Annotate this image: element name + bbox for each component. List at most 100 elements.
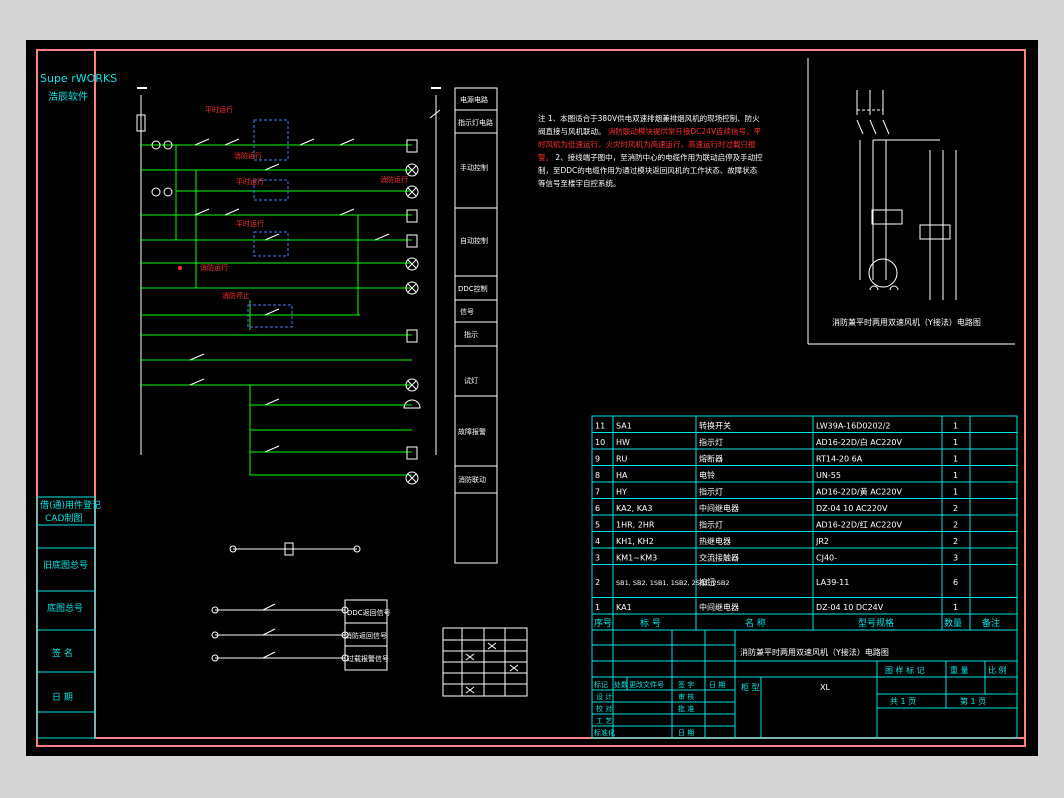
bom-cell-no: 1 (595, 603, 600, 612)
left-tb-1: CAD制图 (45, 512, 82, 524)
bom-cell-name: 转换开关 (699, 421, 731, 431)
brand-subtitle: 浩辰软件 (48, 90, 88, 103)
red-label-6: 消防停止 (222, 291, 250, 300)
tb-type-value: XL (820, 683, 830, 692)
bom-cell-model: AD16-22D/黄 AC220V (816, 487, 902, 497)
tb-rev-0: 标记 (594, 680, 608, 689)
func-3: 自动控制 (460, 236, 488, 245)
bom-cell-qty: 2 (953, 537, 958, 546)
tb-approve-2: 日 期 (678, 729, 694, 737)
cad-drawing-viewport: Supe rWORKS 浩辰软件 借(通)用件登记 CAD制图 旧底图总号 底图… (26, 40, 1038, 756)
tb-sheets-total: 共 1 页 (890, 697, 916, 706)
bom-cell-symbol: 1HR, 2HR (616, 521, 655, 530)
red-label-2: 平时运行 (236, 177, 264, 186)
bom-cell-model: DZ-04 10 AC220V (816, 504, 888, 513)
bom-cell-model: DZ-04 10 DC24V (816, 603, 884, 612)
bom-cell-name: 热继电器 (699, 536, 731, 546)
red-label-0: 平时运行 (205, 105, 233, 114)
left-tb-3: 底图总号 (47, 602, 83, 614)
bom-cell-name: 指示灯 (699, 520, 723, 530)
bom-cell-name: 交流接触器 (699, 553, 739, 563)
bom-cell-symbol: HA (616, 471, 628, 480)
bom-cell-qty: 2 (953, 521, 958, 530)
left-tb-0: 借(通)用件登记 (40, 499, 101, 511)
func-8: 试灯 (464, 376, 478, 385)
bom-cell-qty: 1 (953, 603, 958, 612)
bom-cell-qty: 1 (953, 471, 958, 480)
bom-cell-model: AD16-22D/白 AC220V (816, 437, 902, 447)
ddc-label-2: 过载报警信号 (347, 654, 389, 663)
bom-cell-model: CJ40- (816, 554, 837, 563)
func-5: 信号 (460, 307, 474, 316)
tb-rev-2: 更改文件号 (629, 680, 664, 689)
bom-cell-no: 4 (595, 537, 600, 546)
func-4: DDC控制 (458, 284, 488, 293)
bom-header-no: 序号 (594, 617, 612, 629)
bom-cell-qty: 6 (953, 578, 958, 587)
bom-cell-model: LW39A-16D0202/2 (816, 422, 890, 431)
tb-stage-1: 重 量 (950, 665, 969, 675)
bom-cell-qty: 1 (953, 438, 958, 447)
bom-header-qty: 数量 (944, 617, 962, 629)
bom-cell-symbol: SA1 (616, 422, 632, 431)
tb-approve-1: 批 准 (678, 704, 694, 713)
tb-signoff-1: 校 对 (596, 704, 612, 713)
notes-block: 注 1、本图适合于380V供电双速排烟兼排烟风机的现场控制、防火阀直接与风机联动… (538, 114, 763, 188)
bom-cell-symbol: KA2, KA3 (616, 504, 652, 513)
bom-cell-model: RT14-20 6A (816, 455, 863, 464)
tb-rev-4: 日 期 (709, 681, 725, 689)
bom-cell-no: 6 (595, 504, 600, 513)
bom-cell-no: 5 (595, 521, 600, 530)
bom-cell-qty: 1 (953, 422, 958, 431)
tb-sheet-no: 第 1 页 (960, 696, 986, 706)
tb-signoff-3: 标准化 (594, 728, 615, 737)
bom-cell-model: JR2 (815, 537, 829, 546)
func-2: 手动控制 (460, 163, 488, 172)
bom-cell-no: 3 (595, 554, 600, 563)
func-7: 故障报警 (458, 427, 486, 436)
func-0: 电源电路 (460, 95, 488, 104)
bom-cell-qty: 3 (953, 554, 958, 563)
bom-cell-no: 10 (595, 438, 605, 447)
bom-cell-name: 中间继电器 (699, 602, 739, 612)
bom-cell-no: 7 (595, 488, 600, 497)
tb-signoff-2: 工 艺 (596, 717, 612, 725)
left-tb-2: 旧底图总号 (43, 559, 88, 571)
ddc-label-1: 消防返回信号 (345, 631, 387, 640)
bom-cell-name: 按钮 (699, 577, 715, 587)
bom-cell-qty: 1 (953, 455, 958, 464)
bom-cell-qty: 2 (953, 504, 958, 513)
bom-header-remark: 备注 (982, 617, 1000, 629)
func-6: 指示 (464, 330, 478, 339)
bom-cell-model: UN-55 (816, 471, 841, 480)
tb-type-label: 柜 型 (741, 682, 760, 692)
bom-header-model: 型号规格 (858, 617, 894, 629)
bom-cell-no: 8 (595, 471, 600, 480)
bom-cell-model: AD16-22D/红 AC220V (816, 520, 902, 530)
red-label-3: 平时运行 (236, 219, 264, 228)
tb-stage-2: 比 例 (988, 665, 1007, 675)
ddc-label-0: DDC返回信号 (347, 608, 391, 617)
bom-cell-model: LA39-11 (816, 578, 849, 587)
red-label-5: 消防运行 (380, 175, 408, 184)
bom-cell-no: 9 (595, 455, 600, 464)
main-circuit-caption: 消防兼平时两用双速风机（Y接法）电路图 (832, 317, 981, 327)
bom-cell-no: 11 (595, 422, 605, 431)
left-tb-4: 签 名 (52, 647, 73, 659)
bom-cell-qty: 1 (953, 488, 958, 497)
brand-title: Supe rWORKS (40, 72, 117, 85)
bom-cell-name: 指示灯 (699, 437, 723, 447)
bom-cell-symbol: HW (616, 438, 630, 447)
func-1: 指示灯电路 (458, 118, 493, 127)
red-label-4: 消防运行 (200, 263, 228, 272)
bom-cell-symbol: KA1 (616, 603, 632, 612)
bom-header-symbol: 标 号 (640, 617, 661, 629)
red-label-1: 消防运行 (234, 151, 262, 160)
func-9: 消防联动 (458, 475, 486, 484)
bom-cell-name: 指示灯 (699, 487, 723, 497)
bom-header-name: 名 称 (745, 617, 766, 629)
tb-signoff-0: 设 计 (596, 692, 612, 701)
bom-cell-symbol: KH1, KH2 (616, 537, 654, 546)
bom-cell-symbol: KM1~KM3 (616, 554, 657, 563)
bom-cell-name: 电铃 (699, 470, 715, 480)
